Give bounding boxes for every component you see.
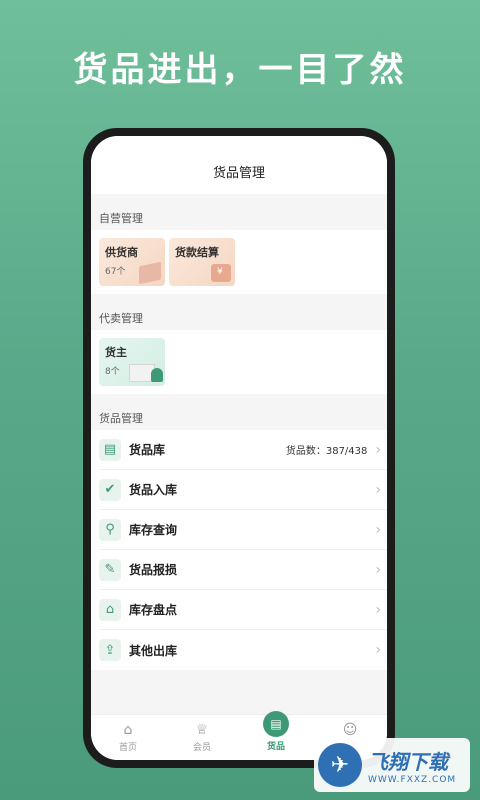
self-tiles-row: 供货商 67个 货款结算 ¥ <box>91 230 387 294</box>
tab-member[interactable]: ♕ 会员 <box>165 715 239 760</box>
list-item-label: 货品库 <box>129 443 166 457</box>
chevron-right-icon: › <box>375 642 381 658</box>
chevron-right-icon: › <box>375 441 381 458</box>
user-icon: ☺ <box>342 722 358 738</box>
app-screen: 货品管理 自营管理 供货商 67个 货款结算 ¥ 代卖管理 货主 8个 货品管理 <box>91 136 387 760</box>
tab-home[interactable]: ⌂ 首页 <box>91 715 165 760</box>
watermark-text: 飞翔下载 WWW.FXXZ.COM <box>368 746 456 785</box>
home-icon: ⌂ <box>123 722 133 738</box>
list-item-label: 货品入库 <box>129 483 178 497</box>
list-item-label: 货品报损 <box>129 563 178 577</box>
list-item-label: 其他出库 <box>129 643 178 658</box>
watermark-url: WWW.FXXZ.COM <box>368 774 457 785</box>
tile-label: 供货商 <box>105 246 138 259</box>
tab-label: 首页 <box>118 743 137 753</box>
list-item-inventory-check[interactable]: ⌂ 库存盘点 › <box>99 590 387 630</box>
list-item-outbound[interactable]: ⇪ 其他出库 › <box>99 630 387 670</box>
yuan-card-icon: ¥ <box>211 264 231 282</box>
goods-icon: ▤ <box>263 711 289 737</box>
list-item-label: 库存盘点 <box>129 603 178 617</box>
goods-menu-list: ▤ 货品库 货品数：387/438 › ✔ 货品入库 › ⚲ 库存查询 › ✎ … <box>91 430 387 670</box>
tile-settlement[interactable]: 货款结算 ¥ <box>169 238 235 286</box>
tile-label: 货主 <box>105 346 127 359</box>
damage-report-icon: ✎ <box>99 558 121 581</box>
nav-bar: 货品管理 <box>91 136 387 194</box>
boxes-icon <box>139 261 161 285</box>
outbound-icon: ⇪ <box>99 639 121 661</box>
list-item-warehouse[interactable]: ▤ 货品库 货品数：387/438 › <box>99 430 387 470</box>
page-title: 货品管理 <box>212 165 265 181</box>
chevron-right-icon: › <box>375 521 381 538</box>
stock-query-icon: ⚲ <box>99 518 121 541</box>
tile-supplier[interactable]: 供货商 67个 <box>99 238 165 286</box>
list-item-label: 库存查询 <box>129 523 178 537</box>
tab-label: 会员 <box>192 743 211 753</box>
watermark-logo-icon: ✈ <box>318 743 362 787</box>
tab-goods[interactable]: ▤ 货品 <box>239 711 313 760</box>
tab-label: 货品 <box>266 742 285 752</box>
crown-icon: ♕ <box>195 722 209 738</box>
inventory-check-icon: ⌂ <box>99 598 121 621</box>
chevron-right-icon: › <box>375 601 381 618</box>
chevron-right-icon: › <box>375 561 381 578</box>
section-title-goods: 货品管理 <box>99 412 143 425</box>
inbound-icon: ✔ <box>99 478 121 501</box>
list-item-inbound[interactable]: ✔ 货品入库 › <box>99 470 387 510</box>
headline: 货品进出，一目了然 <box>73 50 407 90</box>
chevron-right-icon: › <box>375 481 381 498</box>
phone-frame: 货品管理 自营管理 供货商 67个 货款结算 ¥ 代卖管理 货主 8个 货品管理 <box>83 128 395 768</box>
consign-tiles-row: 货主 8个 <box>91 330 387 394</box>
list-item-damage-report[interactable]: ✎ 货品报损 › <box>99 550 387 590</box>
person-icon <box>151 368 163 382</box>
list-item-stock-query[interactable]: ⚲ 库存查询 › <box>99 510 387 550</box>
watermark-title: 飞翔下载 <box>368 749 448 774</box>
warehouse-icon: ▤ <box>99 438 121 461</box>
watermark: ✈ 飞翔下载 WWW.FXXZ.COM <box>314 738 470 792</box>
section-title-self: 自营管理 <box>99 212 143 225</box>
tile-label: 货款结算 <box>175 246 219 259</box>
section-title-consign: 代卖管理 <box>99 312 143 325</box>
tile-owner[interactable]: 货主 8个 <box>99 338 165 386</box>
goods-count: 货品数：387/438 <box>285 446 368 457</box>
